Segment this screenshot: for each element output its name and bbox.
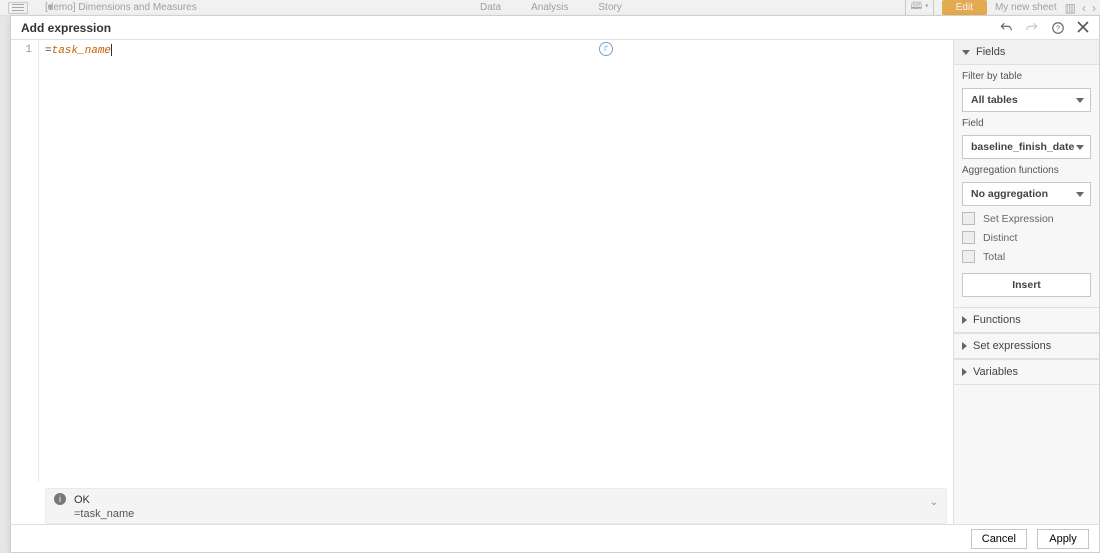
status-bar[interactable]: i OK =task_name ⌄ [45,488,947,524]
filter-by-table-select[interactable]: All tables [962,88,1091,112]
redo-icon[interactable] [1025,21,1039,35]
filter-by-table-label: Filter by table [962,71,1091,82]
svg-text:?: ? [1056,25,1060,32]
caret-right-icon [962,316,967,324]
total-checkbox[interactable]: Total [962,250,1091,263]
fields-header: Fields [976,46,1005,58]
bg-tab-analysis: Analysis [531,2,568,13]
field-select[interactable]: baseline_finish_date [962,135,1091,159]
chevron-down-icon [1076,145,1084,150]
status-expression: =task_name [74,507,134,521]
help-icon[interactable]: ? [1051,21,1065,35]
bg-tab-data: Data [480,2,501,13]
info-icon: i [54,493,66,505]
bg-edit-button: Edit [942,0,987,15]
checkbox-icon [962,231,975,244]
background-app-toolbar: ▾ [demo] Dimensions and Measures Data An… [0,0,1100,16]
fields-panel: Filter by table All tables Field baselin… [954,65,1099,307]
undo-icon[interactable] [999,21,1013,35]
function-badge-icon[interactable]: ѓ [599,42,613,56]
bg-sheet-name: My new sheet [995,2,1057,13]
set-expression-checkbox[interactable]: Set Expression [962,212,1091,225]
checkbox-icon [962,212,975,225]
line-number: 1 [11,44,32,56]
caret-right-icon [962,342,967,350]
checkbox-icon [962,250,975,263]
bg-tab-story: Story [598,2,621,13]
accordion-set-expressions[interactable]: Set expressions [954,333,1099,359]
aggregation-label: Aggregation functions [962,165,1091,176]
chevron-down-icon[interactable]: ⌄ [930,493,938,508]
expression-editor-pane: 1 =task_name ѓ i OK =task_name ⌄ [11,40,954,524]
accordion-functions[interactable]: Functions [954,307,1099,333]
right-sidebar: Fields Filter by table All tables Field … [954,40,1099,524]
add-expression-modal: Add expression ? 1 [10,15,1100,553]
cancel-button[interactable]: Cancel [971,529,1027,549]
editor-gutter: 1 [11,40,39,482]
modal-header: Add expression ? [11,16,1099,40]
chevron-down-icon [1076,192,1084,197]
modal-footer: Cancel Apply [11,524,1099,552]
accordion-fields[interactable]: Fields [954,40,1099,65]
status-state: OK [74,493,134,507]
bg-app-title: [demo] Dimensions and Measures [45,2,197,13]
modal-title: Add expression [21,21,999,35]
chevron-down-icon [1076,98,1084,103]
insert-button[interactable]: Insert [962,273,1091,297]
field-label: Field [962,118,1091,129]
aggregation-select[interactable]: No aggregation [962,182,1091,206]
equals-sign: = [45,45,52,57]
caret-right-icon [962,368,967,376]
code-token: task_name [52,45,111,57]
close-icon[interactable] [1077,21,1089,35]
caret-down-icon [962,50,970,55]
expression-editor[interactable]: =task_name ѓ [39,40,953,482]
apply-button[interactable]: Apply [1037,529,1089,549]
distinct-checkbox[interactable]: Distinct [962,231,1091,244]
text-caret [111,44,112,56]
hamburger-icon [8,2,28,14]
accordion-variables[interactable]: Variables [954,359,1099,385]
